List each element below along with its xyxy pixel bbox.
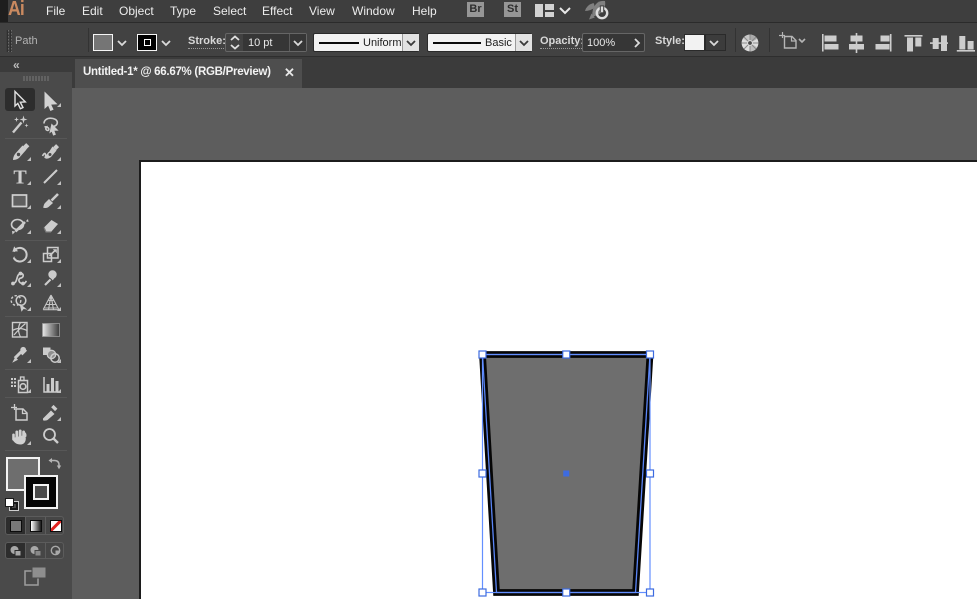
- svg-text:T: T: [13, 167, 27, 189]
